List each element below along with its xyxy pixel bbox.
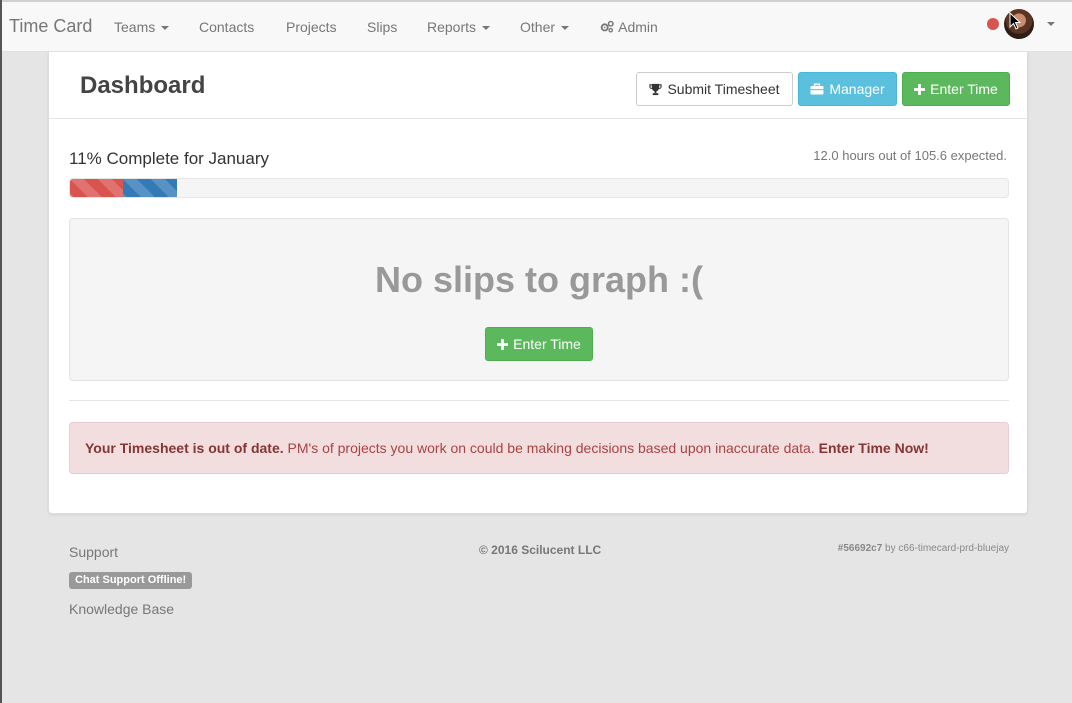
build-hash: #56692c7 (837, 543, 883, 554)
window-left-edge (0, 0, 2, 703)
gears-icon (600, 20, 614, 33)
section-divider (69, 400, 1009, 401)
progress-title: 11% Complete for January (69, 149, 270, 168)
nav-slips[interactable]: Slips (367, 19, 397, 35)
caret-down-icon (482, 26, 491, 31)
alert-body-text: PM's of projects you work on could be ma… (283, 440, 819, 456)
user-menu-caret-icon[interactable] (1047, 22, 1055, 26)
chat-support-badge[interactable]: Chat Support Offline! (69, 572, 193, 589)
progress-hours-note: 12.0 hours out of 105.6 expected. (813, 148, 1007, 163)
nav-contacts[interactable]: Contacts (199, 19, 254, 35)
caret-down-icon (161, 26, 170, 31)
enter-time-button[interactable]: Enter Time (902, 72, 1010, 106)
footer-build-info: #56692c7 by c66-timecard-prd-bluejay (838, 543, 1009, 554)
caret-down-icon (561, 26, 570, 31)
manager-label: Manager (829, 81, 885, 97)
knowledge-base-link[interactable]: Knowledge Base (69, 601, 174, 617)
nav-slips-label: Slips (367, 19, 398, 35)
footer-support-heading: Support (69, 544, 119, 560)
timesheet-outdated-alert: Your Timesheet is out of date. PM's of p… (69, 422, 1009, 474)
mouse-cursor-icon (1009, 12, 1022, 30)
plus-icon (914, 83, 926, 95)
nav-admin[interactable]: Admin (600, 19, 658, 35)
nav-projects-label: Projects (286, 19, 337, 35)
panel-header: Dashboard Submit Timesheet Manager Enter… (49, 52, 1027, 119)
no-slips-message: No slips to graph :( (375, 259, 703, 300)
submit-timesheet-label: Submit Timesheet (667, 81, 780, 97)
nav-teams-label: Teams (114, 19, 156, 35)
nav-teams[interactable]: Teams (114, 19, 170, 35)
progress-segment-blue (122, 179, 177, 197)
manager-button[interactable]: Manager (798, 72, 897, 106)
nav-projects[interactable]: Projects (286, 19, 337, 35)
brand-link[interactable]: Time Card (9, 16, 92, 37)
enter-time-now-link[interactable]: Enter Time Now! (819, 440, 929, 456)
build-host: by c66-timecard-prd-bluejay (882, 543, 1009, 554)
plus-icon (497, 338, 509, 350)
graph-enter-time-button[interactable]: Enter Time (485, 327, 593, 361)
top-navbar: Time Card Teams Contacts Projects Slips … (2, 2, 1072, 52)
month-progress-bar (69, 178, 1009, 198)
nav-other[interactable]: Other (520, 19, 570, 35)
nav-reports[interactable]: Reports (427, 19, 491, 35)
nav-reports-label: Reports (427, 19, 477, 35)
nav-other-label: Other (520, 19, 556, 35)
dashboard-panel: Dashboard Submit Timesheet Manager Enter… (48, 52, 1028, 514)
slips-graph-area: No slips to graph :( Enter Time (69, 218, 1009, 381)
page-title: Dashboard (80, 72, 206, 99)
nav-contacts-label: Contacts (199, 19, 255, 35)
footer-copyright: © 2016 Scilucent LLC (479, 543, 602, 557)
trophy-icon (649, 83, 663, 96)
progress-segment-red (70, 179, 123, 197)
alert-strong-text: Your Timesheet is out of date. (85, 440, 284, 456)
briefcase-icon (810, 83, 824, 95)
status-indicator (987, 18, 999, 30)
graph-enter-time-label: Enter Time (513, 336, 581, 352)
enter-time-label: Enter Time (930, 81, 998, 97)
nav-admin-label: Admin (618, 19, 658, 35)
submit-timesheet-button[interactable]: Submit Timesheet (636, 72, 793, 106)
